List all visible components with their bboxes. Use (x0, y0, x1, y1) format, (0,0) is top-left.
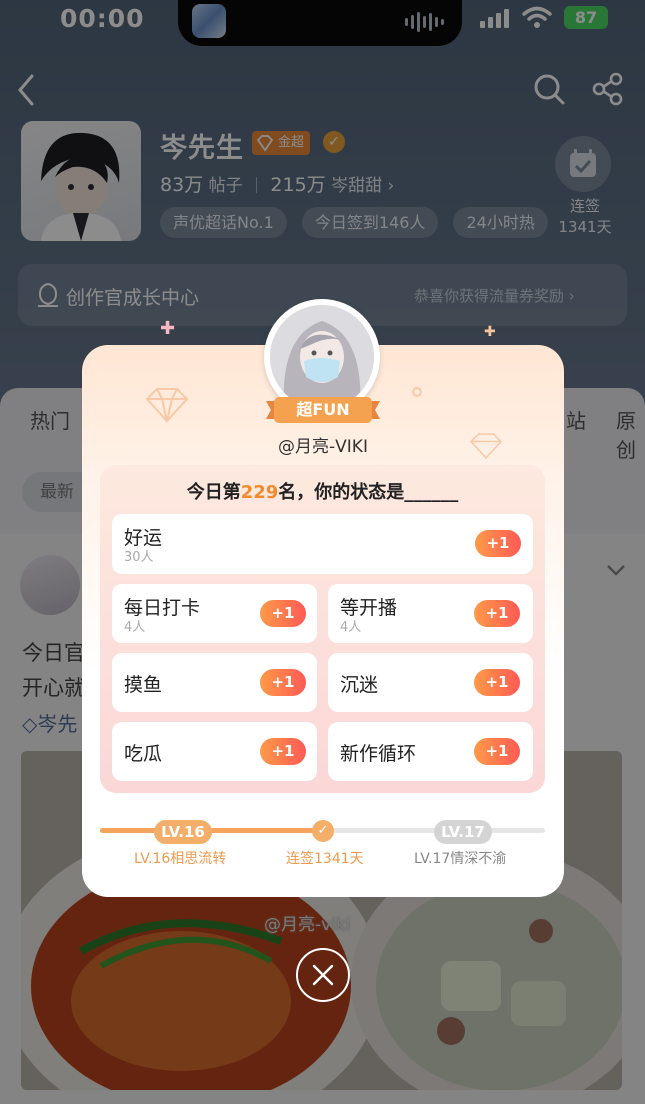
sparkle-icon: ✚ (160, 318, 176, 339)
user-avatar-illustration (270, 305, 374, 409)
plus-one-button[interactable]: +1 (260, 669, 306, 696)
status-question: 今日第229名，你的状态是______ (100, 478, 545, 504)
plus-one-button[interactable]: +1 (474, 738, 520, 765)
plus-one-button[interactable]: +1 (475, 530, 521, 557)
plus-one-button[interactable]: +1 (474, 600, 520, 627)
question-suffix: 名，你的状态是______ (278, 482, 459, 503)
option-label: 新作循环 (340, 743, 417, 765)
diamond-decoration-icon (145, 388, 189, 423)
next-level-pill: LV.17 (434, 820, 492, 844)
option-count: 4人 (124, 620, 146, 635)
circle-decoration (412, 387, 422, 397)
fun-badge-label: 超FUN (296, 400, 350, 419)
plus-one-button[interactable]: +1 (260, 738, 306, 765)
question-prefix: 今日第 (186, 482, 241, 503)
checkmark-icon: ✓ (312, 820, 334, 842)
current-level-pill: LV.16 (154, 820, 212, 844)
sparkle-icon: ✚ (484, 324, 496, 340)
plus-one-button[interactable]: +1 (474, 669, 520, 696)
user-handle: @月亮-VIKI (278, 437, 368, 457)
option-count: 30人 (124, 550, 154, 565)
status-option-gossip[interactable]: 吃瓜 +1 (112, 722, 317, 781)
option-label: 吃瓜 (124, 743, 163, 765)
user-avatar[interactable] (270, 305, 374, 409)
checkin-rank: 229 (240, 482, 279, 503)
status-option-addicted[interactable]: 沉迷 +1 (328, 653, 533, 712)
status-option-slacking[interactable]: 摸鱼 +1 (112, 653, 317, 712)
option-count: 4人 (340, 620, 362, 635)
plus-one-button[interactable]: +1 (260, 600, 306, 627)
status-option-haoyun[interactable]: 好运 30人 +1 (112, 514, 533, 574)
status-option-waiting-stream[interactable]: 等开播 4人 +1 (328, 584, 533, 643)
close-button[interactable] (296, 948, 350, 1002)
status-option-new-work-loop[interactable]: 新作循环 +1 (328, 722, 533, 781)
close-icon (312, 964, 334, 986)
next-level-name: LV.17情深不渝 (414, 851, 507, 867)
option-label: 沉迷 (340, 674, 379, 696)
option-label: 摸鱼 (124, 674, 163, 696)
current-level-name: LV.16相思流转 (134, 851, 227, 867)
status-option-daily-checkin[interactable]: 每日打卡 4人 +1 (112, 584, 317, 643)
checkin-streak: 连签1341天 (286, 851, 364, 867)
